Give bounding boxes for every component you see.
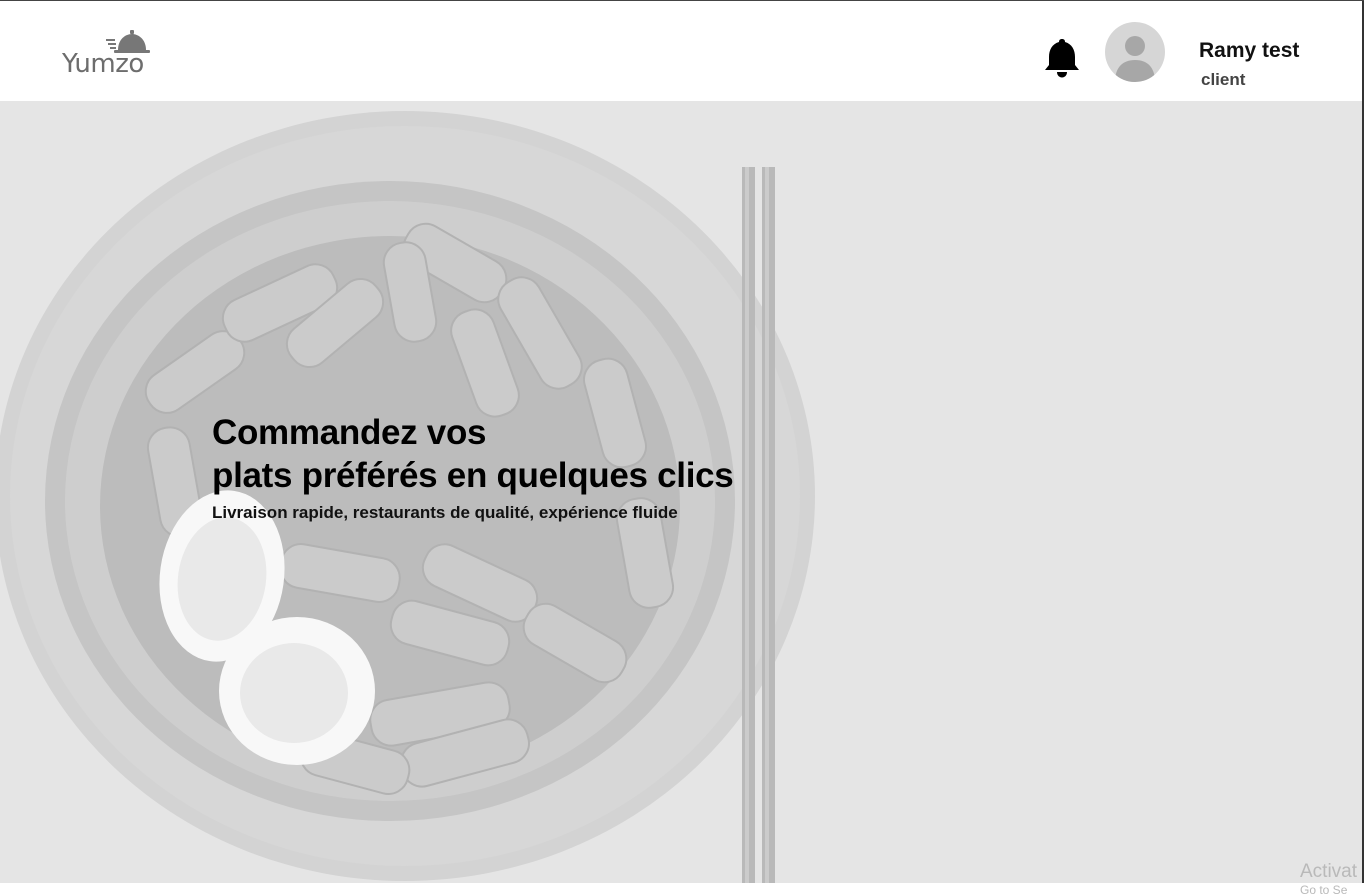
brand-logo[interactable]: Yumzo — [60, 27, 160, 81]
user-avatar-icon — [1115, 36, 1155, 82]
hero-subtitle: Livraison rapide, restaurants de qualité… — [212, 503, 678, 522]
os-activation-watermark: Activat Go to Se — [1300, 860, 1357, 894]
watermark-line1: Activat — [1300, 861, 1358, 882]
hero-title-line1: Commandez vos — [212, 413, 487, 452]
brand-name: Yumzo — [62, 49, 144, 79]
bell-icon[interactable] — [1042, 37, 1082, 79]
page: Yumzo Ramy test client Commandez vos pla… — [0, 0, 1364, 894]
hero-text-block: Commandez vos plats préférés en quelques… — [212, 411, 734, 523]
user-name[interactable]: Ramy test — [1199, 39, 1299, 63]
top-header: Yumzo Ramy test client — [0, 1, 1364, 101]
hero-title-line2: plats préférés en quelques clics — [212, 456, 734, 495]
footer-strip — [0, 883, 1364, 894]
hero-banner: Commandez vos plats préférés en quelques… — [0, 101, 1364, 883]
user-role: client — [1201, 70, 1246, 89]
watermark-line2: Go to Se — [1300, 883, 1348, 894]
user-avatar[interactable] — [1105, 22, 1165, 82]
